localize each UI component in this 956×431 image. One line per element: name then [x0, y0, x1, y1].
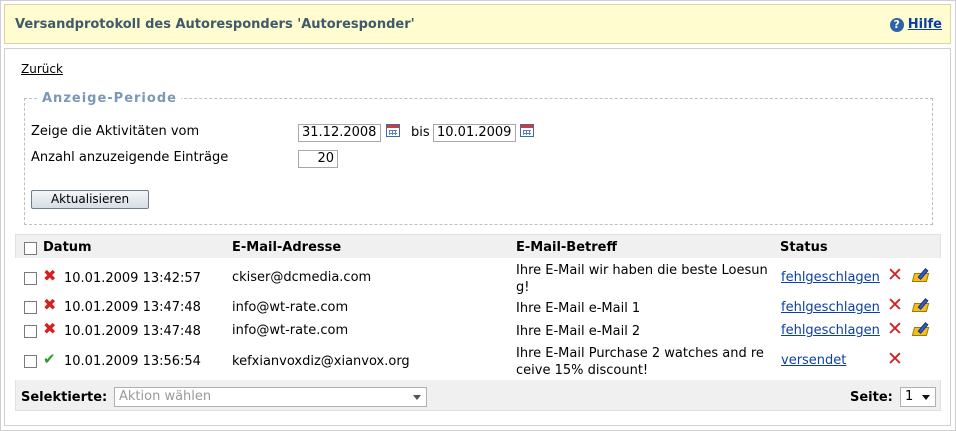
row-subject: Ihre E-Mail Purchase 2 watches and recei…: [516, 346, 764, 378]
action-select-placeholder: Aktion wählen: [119, 389, 212, 404]
row-checkbox[interactable]: [24, 272, 37, 285]
row-subject: Ihre E-Mail wir haben die beste Loesung!: [516, 263, 768, 295]
calendar-icon[interactable]: [520, 124, 534, 137]
column-header-subject[interactable]: E-Mail-Betreff: [516, 240, 617, 255]
row-email: info@wt-rate.com: [232, 323, 349, 338]
failed-icon: ✖: [43, 295, 57, 314]
status-link[interactable]: fehlgeschlagen: [781, 270, 880, 285]
edit-icon[interactable]: [911, 297, 931, 313]
to-date-input[interactable]: 10.01.2009: [433, 124, 516, 142]
from-date-input[interactable]: 31.12.2008: [298, 124, 381, 142]
column-header-status[interactable]: Status: [780, 240, 828, 255]
help-icon[interactable]: ?: [889, 17, 904, 32]
bis-label: bis: [411, 125, 430, 140]
row-email: ckiser@dcmedia.com: [232, 270, 372, 285]
row-checkbox[interactable]: [24, 325, 37, 338]
update-button[interactable]: Aktualisieren: [31, 190, 149, 209]
row-checkbox[interactable]: [24, 301, 37, 314]
column-header-email[interactable]: E-Mail-Adresse: [232, 240, 341, 255]
page-label: Seite:: [850, 390, 893, 405]
column-header-datum[interactable]: Datum: [43, 240, 92, 255]
delete-icon[interactable]: ✕: [887, 296, 903, 315]
edit-icon[interactable]: [911, 267, 931, 283]
count-input[interactable]: 20: [298, 150, 338, 168]
row-date: 10.01.2009 13:47:48: [64, 324, 201, 339]
chevron-down-icon: [413, 395, 421, 400]
status-link[interactable]: fehlgeschlagen: [781, 323, 880, 338]
chevron-down-icon: [922, 395, 930, 400]
success-icon: ✔: [43, 350, 56, 368]
status-link[interactable]: fehlgeschlagen: [781, 300, 880, 315]
calendar-icon[interactable]: [386, 124, 400, 137]
failed-icon: ✖: [43, 266, 57, 285]
period-legend: Anzeige-Periode: [38, 91, 181, 106]
delete-icon[interactable]: ✕: [887, 320, 903, 339]
delete-icon[interactable]: ✕: [887, 266, 903, 285]
row-email: kefxianvoxdiz@xianvox.org: [232, 354, 410, 369]
row-subject: Ihre E-Mail e-Mail 1: [516, 301, 641, 316]
action-select[interactable]: Aktion wählen: [114, 387, 427, 407]
page-select[interactable]: 1: [900, 387, 936, 407]
row-date: 10.01.2009 13:47:48: [64, 300, 201, 315]
page-select-value: 1: [905, 389, 914, 404]
select-all-checkbox[interactable]: [24, 242, 37, 255]
row-subject: Ihre E-Mail e-Mail 2: [516, 324, 641, 339]
edit-icon[interactable]: [911, 321, 931, 337]
back-link[interactable]: Zurück: [21, 62, 63, 76]
selected-label: Selektierte:: [21, 390, 108, 405]
status-link[interactable]: versendet: [781, 353, 846, 368]
help-link[interactable]: Hilfe: [908, 17, 942, 32]
delete-icon[interactable]: ✕: [887, 350, 903, 369]
row-email: info@wt-rate.com: [232, 300, 349, 315]
row-date: 10.01.2009 13:42:57: [64, 271, 201, 286]
row-date: 10.01.2009 13:56:54: [64, 354, 201, 369]
from-label: Zeige die Aktivitäten vom: [31, 124, 200, 139]
help-link-group[interactable]: ? Hilfe: [889, 17, 942, 32]
row-checkbox[interactable]: [24, 355, 37, 368]
failed-icon: ✖: [43, 319, 57, 338]
count-label: Anzahl anzuzeigende Einträge: [31, 150, 229, 165]
page-title: Versandprotokoll des Autoresponders 'Aut…: [15, 17, 415, 32]
page-header: Versandprotokoll des Autoresponders 'Aut…: [4, 4, 951, 44]
